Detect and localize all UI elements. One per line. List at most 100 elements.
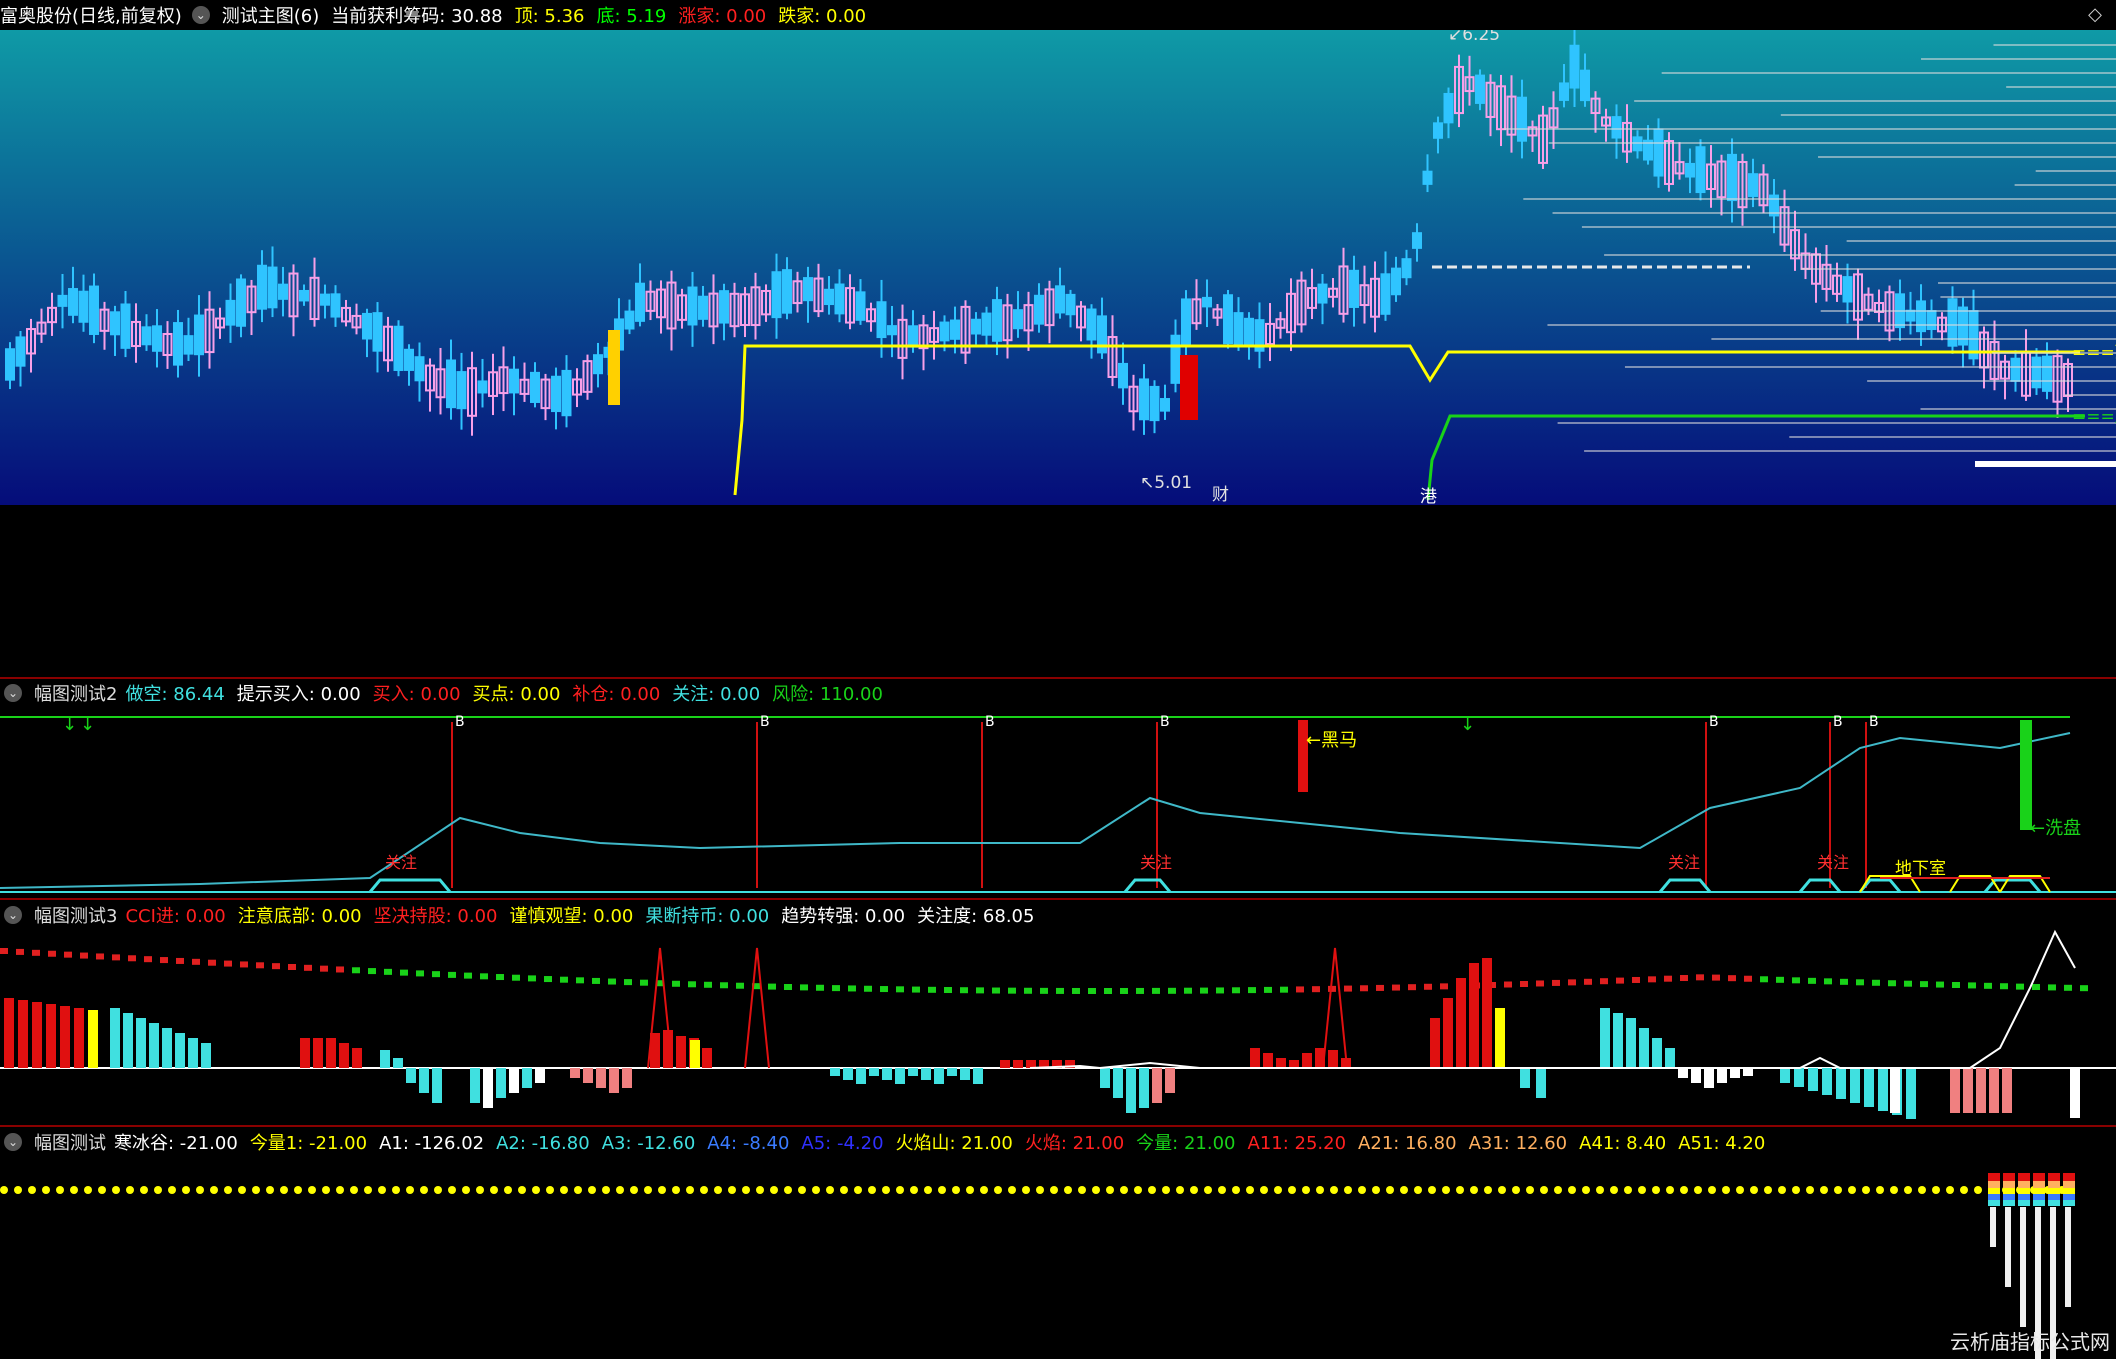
trend-dash bbox=[1424, 983, 1432, 990]
candle-body bbox=[1748, 173, 1758, 197]
volume-dot bbox=[770, 1186, 778, 1194]
candle-body bbox=[855, 291, 866, 321]
volume-dot bbox=[1834, 1186, 1842, 1194]
main-chart-panel[interactable]: 富奥股份(日线,前复权) ⌄ 测试主图(6) 当前获利筹码: 30.88 顶: 5… bbox=[0, 0, 2116, 505]
candle-body bbox=[1727, 153, 1737, 202]
candle-body bbox=[771, 271, 782, 319]
volume-dot bbox=[616, 1186, 624, 1194]
candle-body bbox=[1412, 232, 1422, 249]
volume-dot bbox=[1526, 1186, 1534, 1194]
histogram-bar bbox=[60, 1006, 70, 1068]
volume-dot bbox=[1134, 1186, 1142, 1194]
trend-dash bbox=[1280, 986, 1288, 993]
histogram-bar bbox=[313, 1038, 323, 1068]
histogram-bar bbox=[843, 1068, 853, 1080]
finance-marker: 财 bbox=[1212, 485, 1229, 505]
histogram-bar bbox=[380, 1050, 390, 1068]
trend-dash bbox=[1072, 987, 1080, 994]
candlestick-chart[interactable]: ↙6.25 ↖5.01 财 港 ===顶 ===底 bbox=[0, 30, 2116, 505]
histogram-bar bbox=[1000, 1060, 1010, 1068]
volume-dot bbox=[84, 1186, 92, 1194]
flame-layer bbox=[1988, 1181, 2000, 1188]
histogram-bar bbox=[1289, 1060, 1299, 1068]
candle-body bbox=[1233, 312, 1244, 345]
volume-dot bbox=[1386, 1186, 1394, 1194]
volume-dot bbox=[28, 1186, 36, 1194]
candle-body bbox=[477, 380, 488, 394]
trend-dash bbox=[1872, 979, 1880, 986]
b-signal-label: B bbox=[1160, 714, 1170, 730]
histogram-bar bbox=[1639, 1028, 1649, 1068]
trend-dash bbox=[1760, 976, 1768, 983]
trend-dash bbox=[1184, 987, 1192, 994]
volume-dot bbox=[1050, 1186, 1058, 1194]
wash-bar bbox=[2020, 720, 2032, 830]
volume-dot bbox=[476, 1186, 484, 1194]
volume-dot bbox=[1008, 1186, 1016, 1194]
volume-dot bbox=[700, 1186, 708, 1194]
panel2-chart[interactable]: ↓ ↓ ↓B B B B B B B关注 关注 关注 关注 地下室←黑马←洗盘 bbox=[0, 708, 2116, 894]
flame-layer bbox=[2048, 1181, 2060, 1188]
volume-dot bbox=[1624, 1186, 1632, 1194]
indicator-name[interactable]: 测试主图(6) bbox=[222, 2, 320, 28]
trend-dash bbox=[1648, 976, 1656, 983]
hk-marker: 港 bbox=[1420, 487, 1437, 505]
volume-dot bbox=[714, 1186, 722, 1194]
volume-dot bbox=[1232, 1186, 1240, 1194]
main-field: 底: 5.19 bbox=[596, 6, 667, 27]
histogram-bar bbox=[1443, 998, 1453, 1068]
trend-dash bbox=[240, 961, 248, 968]
volume-spike bbox=[2005, 1207, 2011, 1287]
volume-dot bbox=[56, 1186, 64, 1194]
chevron-down-icon[interactable]: ⌄ bbox=[4, 906, 22, 924]
trend-dash bbox=[128, 955, 136, 962]
chevron-down-icon[interactable]: ⌄ bbox=[4, 684, 22, 702]
diamond-icon[interactable]: ◇ bbox=[2088, 4, 2102, 25]
candle-body bbox=[1916, 300, 1926, 333]
volume-dot bbox=[742, 1186, 750, 1194]
trend-dash bbox=[64, 951, 72, 958]
volume-dot bbox=[1106, 1186, 1114, 1194]
panel4-title[interactable]: 幅图测试 bbox=[34, 1129, 106, 1155]
histogram-bar bbox=[1126, 1068, 1136, 1113]
histogram-bar bbox=[1963, 1068, 1973, 1113]
volume-dot bbox=[1596, 1186, 1604, 1194]
candle-body bbox=[635, 282, 645, 322]
histogram-bar bbox=[32, 1002, 42, 1068]
volume-dot bbox=[112, 1186, 120, 1194]
panel2-title[interactable]: 幅图测试2 bbox=[34, 680, 117, 706]
candle-body bbox=[78, 290, 89, 323]
candle-body bbox=[320, 293, 330, 306]
trend-dash bbox=[1360, 985, 1368, 992]
panel3-field: 关注度: 68.05 bbox=[917, 906, 1035, 927]
volume-dot bbox=[1764, 1186, 1772, 1194]
trend-dash bbox=[1584, 978, 1592, 985]
candle-body bbox=[1160, 398, 1170, 412]
panel4-field: A1: -126.02 bbox=[379, 1133, 485, 1154]
chevron-down-icon[interactable]: ⌄ bbox=[191, 6, 210, 24]
chevron-down-icon[interactable]: ⌄ bbox=[4, 1133, 22, 1151]
volume-dot bbox=[840, 1186, 848, 1194]
panel3-chart[interactable] bbox=[0, 928, 2116, 1128]
stock-title[interactable]: 富奥股份(日线,前复权) bbox=[0, 2, 182, 28]
panel4-field: A11: 25.20 bbox=[1247, 1133, 1347, 1154]
panel2-field: 风险: 110.00 bbox=[772, 684, 883, 705]
volume-dot bbox=[994, 1186, 1002, 1194]
histogram-bar bbox=[110, 1008, 120, 1068]
histogram-bar bbox=[1165, 1068, 1175, 1093]
panel4-field: A41: 8.40 bbox=[1579, 1133, 1667, 1154]
trend-dash bbox=[464, 972, 472, 979]
ice-layer bbox=[2063, 1200, 2075, 1206]
watch-zone bbox=[368, 878, 452, 893]
candle-body bbox=[992, 299, 1002, 342]
trend-dash bbox=[928, 986, 936, 993]
trend-dash bbox=[640, 979, 648, 986]
ice-layer bbox=[1988, 1200, 2000, 1206]
panel4-chart[interactable] bbox=[0, 1157, 2116, 1359]
panel3-title[interactable]: 幅图测试3 bbox=[34, 902, 117, 928]
volume-dot bbox=[1554, 1186, 1562, 1194]
volume-dot bbox=[14, 1186, 22, 1194]
flame-layer bbox=[2063, 1188, 2075, 1194]
trend-dash bbox=[256, 962, 264, 969]
histogram-bar bbox=[1113, 1068, 1123, 1098]
